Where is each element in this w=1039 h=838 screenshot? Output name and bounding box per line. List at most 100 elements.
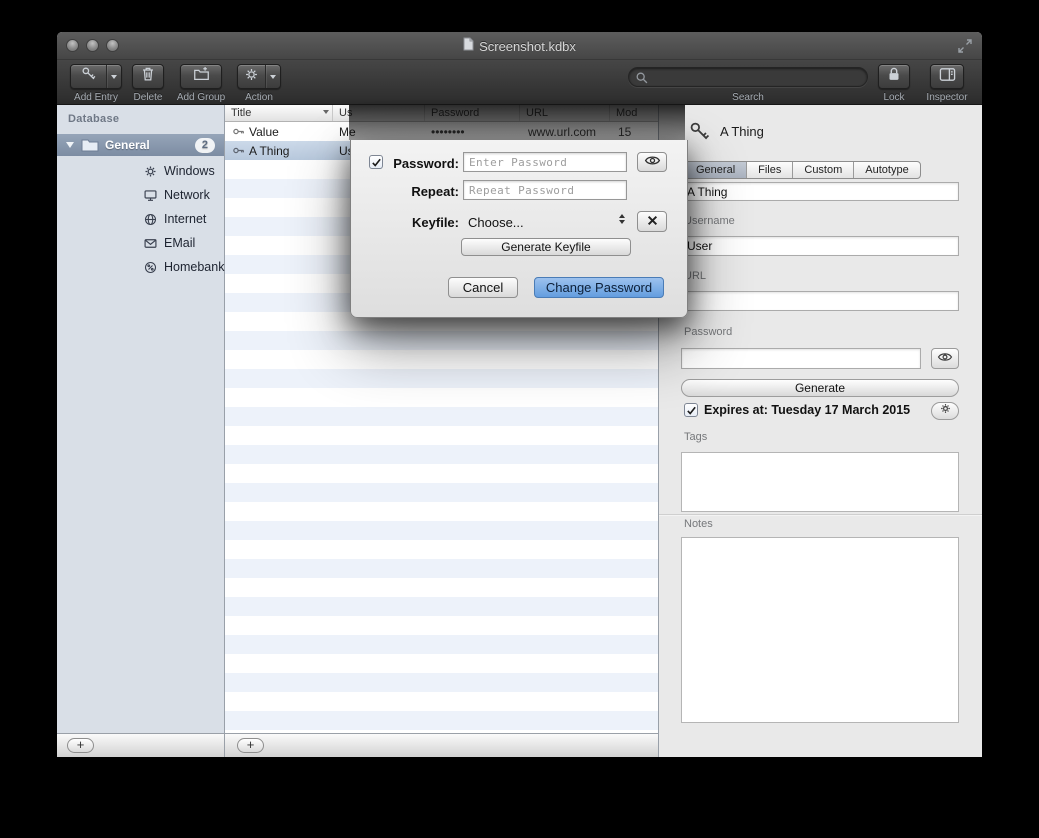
search-input[interactable] <box>653 69 858 85</box>
action-button[interactable] <box>238 65 265 88</box>
password-label: Password <box>684 326 732 338</box>
repeat-label: Repeat: <box>385 184 459 199</box>
inspector-label: Inspector <box>918 92 976 103</box>
action-dropdown[interactable] <box>265 65 280 88</box>
sidebar-item-internet[interactable]: Internet <box>57 207 224 231</box>
password-input[interactable] <box>463 152 627 172</box>
add-entry-button[interactable] <box>71 65 106 88</box>
toolbar: Add Entry Delete <box>57 60 982 105</box>
fullscreen-icon[interactable] <box>956 38 974 54</box>
desktop: Screenshot.kdbx <box>0 0 1039 838</box>
tab-custom[interactable]: Custom <box>793 162 854 178</box>
sidebar-item-label: Windows <box>164 164 215 178</box>
generate-password-button[interactable]: Generate <box>681 379 959 397</box>
check-icon <box>686 405 697 416</box>
repeat-input[interactable] <box>463 180 627 200</box>
close-icon <box>647 214 658 229</box>
add-group-button[interactable] <box>180 64 222 89</box>
inspector-toggle-button[interactable] <box>930 64 964 89</box>
title-bar: Screenshot.kdbx <box>57 32 982 60</box>
notes-textarea[interactable] <box>681 537 959 723</box>
sheet-shadow-overlay <box>349 105 685 140</box>
eye-icon <box>644 154 661 170</box>
sidebar-group-general[interactable]: General 2 <box>57 134 224 156</box>
clear-keyfile-button[interactable] <box>637 211 667 232</box>
group-label: General <box>105 138 150 152</box>
add-group-group: Add Group <box>170 64 232 104</box>
password-settings-button[interactable] <box>931 402 959 420</box>
keyfile-label: Keyfile: <box>385 215 459 230</box>
folder-plus-icon <box>192 65 211 88</box>
key-plus-icon <box>80 65 98 88</box>
percent-icon <box>100 260 158 275</box>
key-icon <box>687 119 712 149</box>
tab-autotype[interactable]: Autotype <box>854 162 919 178</box>
lock-group: Lock <box>872 64 916 104</box>
tags-textarea[interactable] <box>681 452 959 512</box>
notes-label: Notes <box>684 518 713 530</box>
tab-files[interactable]: Files <box>747 162 793 178</box>
chevron-down-icon <box>111 75 117 79</box>
username-label: Username <box>684 215 735 227</box>
password-checkbox[interactable] <box>369 155 383 169</box>
expires-row: Expires at: Tuesday 17 March 2015 <box>684 403 910 417</box>
eye-icon <box>937 350 953 368</box>
lock-icon <box>885 65 903 88</box>
inspector-tabs: General Files Custom Autotype <box>684 161 921 179</box>
search-label: Search <box>623 92 873 103</box>
sidebar-item-network[interactable]: Network <box>57 183 224 207</box>
sort-indicator-icon <box>323 110 329 114</box>
group-badge: 2 <box>195 138 215 153</box>
cell-title: Value <box>249 125 279 139</box>
sidebar-header: Database <box>68 113 119 125</box>
action-label: Action <box>234 92 284 103</box>
inspector-panel-icon <box>938 66 957 88</box>
password-label: Password: <box>385 156 459 171</box>
window-title: Screenshot.kdbx <box>479 39 576 54</box>
tags-label: Tags <box>684 431 707 443</box>
sidebar-item-windows[interactable]: Windows <box>57 159 224 183</box>
url-field[interactable] <box>681 291 959 311</box>
gear-icon <box>939 402 952 420</box>
generate-keyfile-button[interactable]: Generate Keyfile <box>461 238 631 256</box>
tab-general[interactable]: General <box>685 162 747 178</box>
entry-title: A Thing <box>720 124 764 139</box>
sidebar-item-label: Internet <box>164 212 206 226</box>
password-field[interactable] <box>681 348 921 369</box>
chevron-down-icon <box>270 75 276 79</box>
sidebar-item-homebanking[interactable]: Homebanking <box>57 255 224 279</box>
add-group-label: Add Group <box>170 92 232 103</box>
reveal-password-button[interactable] <box>637 152 667 172</box>
globe-icon <box>100 212 158 227</box>
column-header-title[interactable]: Title <box>225 105 333 121</box>
sidebar-item-email[interactable]: EMail <box>57 231 224 255</box>
delete-button[interactable] <box>132 64 164 89</box>
search-field <box>628 67 868 87</box>
add-entry-dropdown[interactable] <box>106 65 121 88</box>
disclosure-triangle-icon[interactable] <box>66 142 74 148</box>
username-field[interactable] <box>681 236 959 256</box>
document-icon <box>463 37 474 56</box>
sidebar-bottom-bar: + <box>57 733 225 757</box>
search-group: Search <box>623 64 873 104</box>
check-icon <box>371 157 382 168</box>
reveal-password-button[interactable] <box>931 348 959 369</box>
app-window: Screenshot.kdbx <box>57 32 982 757</box>
gear-icon <box>100 164 158 179</box>
action-group: Action <box>234 64 284 104</box>
change-password-button[interactable]: Change Password <box>534 277 664 298</box>
add-entry-group: Add Entry <box>66 64 126 104</box>
sidebar-add-button[interactable]: + <box>67 738 94 753</box>
cancel-button[interactable]: Cancel <box>448 277 518 298</box>
monitor-icon <box>100 188 158 203</box>
list-add-button[interactable]: + <box>237 738 264 753</box>
add-entry-label: Add Entry <box>66 92 126 103</box>
sidebar: Database General 2 Windows <box>57 105 225 733</box>
stepper-arrows-icon <box>619 214 625 224</box>
envelope-icon <box>100 236 158 251</box>
title-field[interactable] <box>681 182 959 201</box>
keyfile-select[interactable]: Choose... <box>463 212 629 232</box>
lock-button[interactable] <box>878 64 910 89</box>
expires-checkbox[interactable] <box>684 403 698 417</box>
delete-group: Delete <box>126 64 170 104</box>
